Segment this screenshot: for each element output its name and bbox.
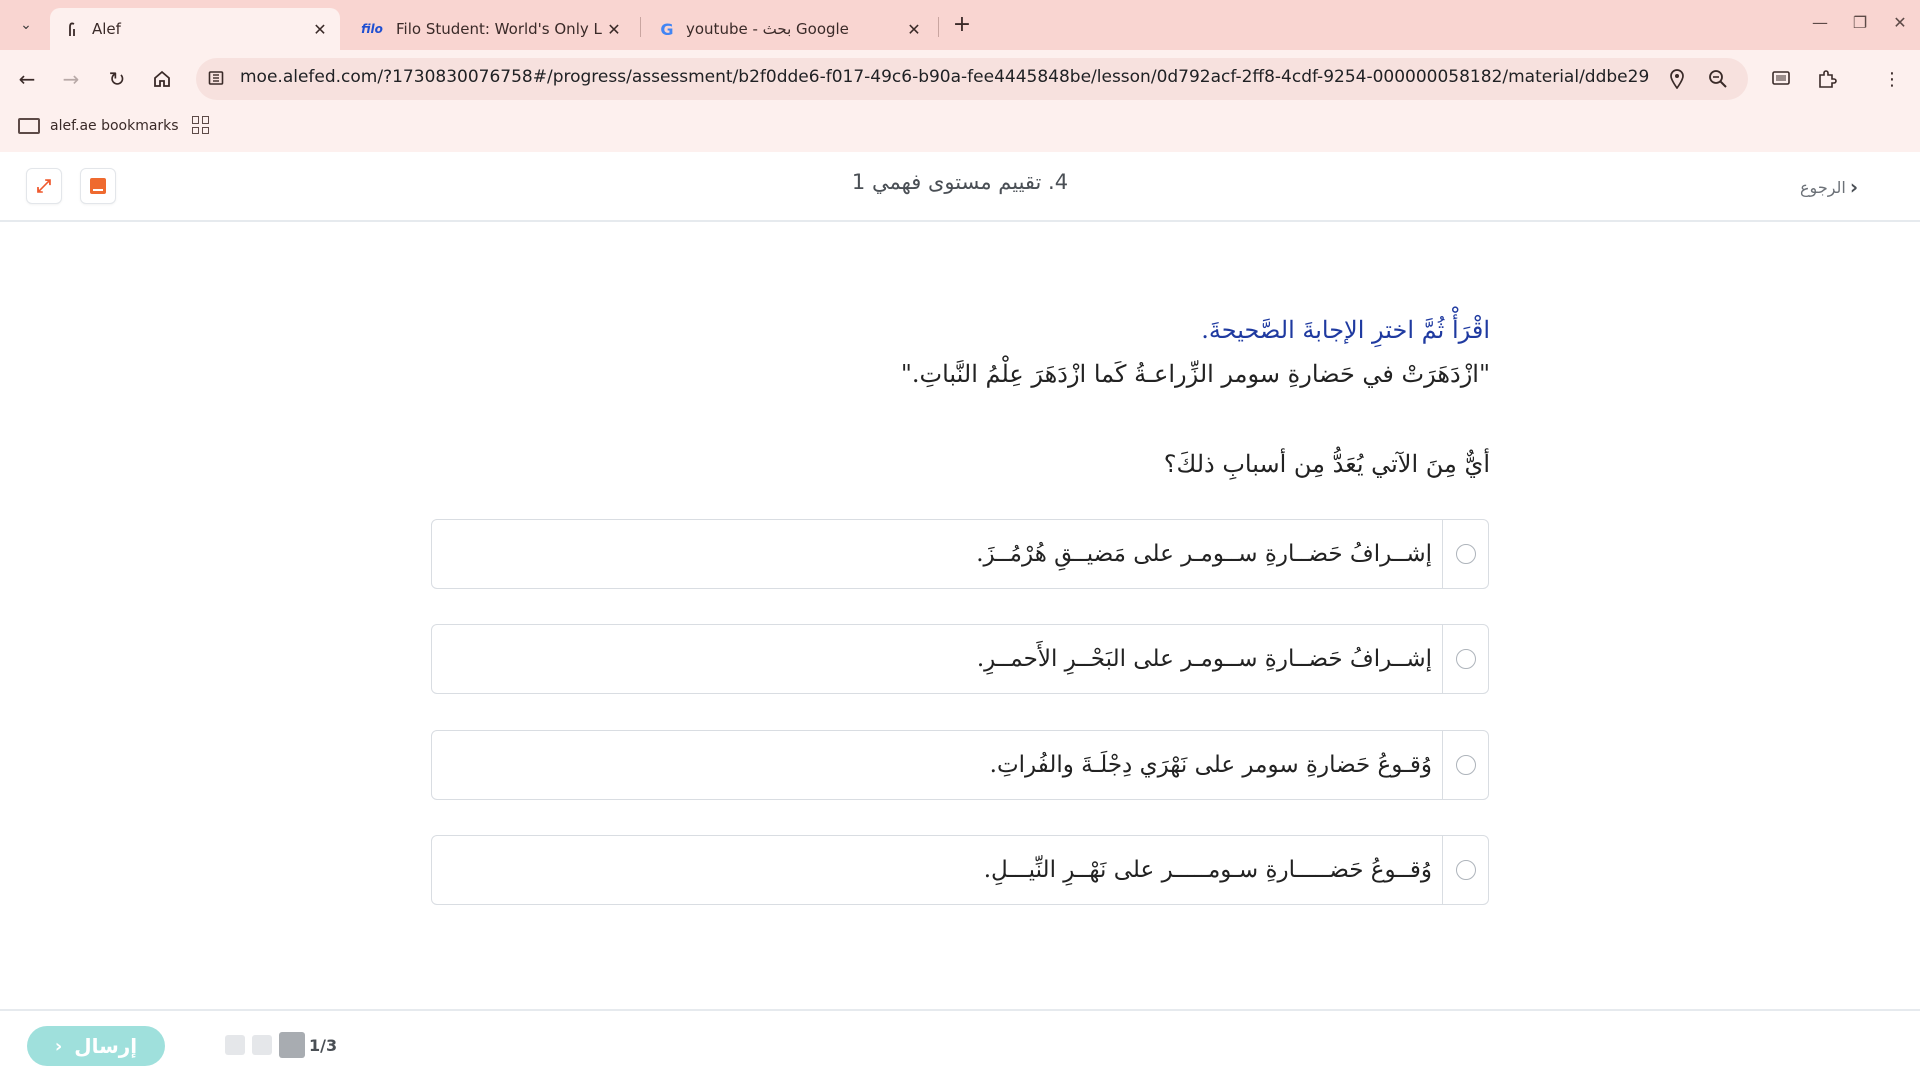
close-tab-icon[interactable]: ✕: [602, 17, 626, 41]
pager-dot-3[interactable]: [225, 1035, 245, 1055]
tab-google-search[interactable]: G youtube - بحث Google ✕: [644, 8, 934, 50]
radio-cell[interactable]: [1442, 520, 1488, 588]
minimize-icon: —: [1812, 12, 1828, 32]
bookmark-item[interactable]: alef.ae bookmarks: [18, 114, 179, 138]
tab-filo[interactable]: filo Filo Student: World's Only Live I ✕: [344, 8, 634, 50]
question-instruction: اقْرَأْ ثُمَّ اخترِ الإجابةَ الصَّحيحةَ.: [1201, 316, 1490, 344]
home-button[interactable]: [145, 62, 179, 96]
pager-dot-2[interactable]: [252, 1035, 272, 1055]
answer-option-3[interactable]: وُقـوعُ حَضارةِ سومر على نَهْرَي دِجْلَـ…: [431, 730, 1489, 800]
url-text[interactable]: moe.alefed.com/?1730830076758#/progress/…: [240, 67, 1650, 87]
answer-option-2[interactable]: إشــرافُ حَضــارةِ ســومـر على البَحْــر…: [431, 624, 1489, 694]
answer-option-4[interactable]: وُقــوعُ حَضـــــارةِ سـومـــــر على نَه…: [431, 835, 1489, 905]
close-tab-icon[interactable]: ✕: [902, 17, 926, 41]
new-tab-button[interactable]: +: [948, 10, 976, 38]
book-icon: [90, 178, 106, 194]
radio-cell[interactable]: [1442, 731, 1488, 799]
kebab-menu-icon: ⋮: [1883, 68, 1901, 90]
extensions-icon[interactable]: [1812, 64, 1842, 94]
bookmark-label: alef.ae bookmarks: [50, 118, 179, 134]
expand-icon: ⤢: [36, 175, 52, 197]
chevron-left-icon: ‹: [54, 1035, 63, 1057]
question-quote: "ازْدَهَرَتْ في حَضارةِ سومر الزِّراعـةُ…: [900, 360, 1490, 388]
submit-label: إرسال: [74, 1034, 138, 1058]
back-button[interactable]: ←: [10, 62, 44, 96]
radio-cell[interactable]: [1442, 836, 1488, 904]
close-window-button[interactable]: ✕: [1880, 8, 1920, 36]
arrow-right-icon: →: [62, 67, 80, 91]
reload-icon: ↻: [108, 67, 126, 91]
restore-icon: ❐: [1852, 12, 1868, 32]
option-text: إشــرافُ حَضــارةِ ســومـر على البَحْــر…: [976, 646, 1432, 672]
tab-title: Filo Student: World's Only Live I: [396, 20, 602, 38]
home-icon: [154, 70, 170, 87]
option-text: وُقـوعُ حَضارةِ سومر على نَهْرَي دِجْلَـ…: [989, 752, 1432, 778]
close-icon: ✕: [1893, 12, 1907, 32]
radio-button[interactable]: [1455, 649, 1476, 669]
back-label: الرجوع: [1800, 177, 1846, 197]
zoom-icon[interactable]: [1705, 66, 1731, 92]
option-text: وُقــوعُ حَضـــــارةِ سـومـــــر على نَه…: [983, 857, 1432, 883]
tab-search-button[interactable]: ⌄: [10, 10, 42, 40]
page-title: 4. تقييم مستوى فهمي 1: [851, 170, 1069, 194]
plus-icon: +: [952, 11, 972, 37]
pager-count: 1/3: [309, 1036, 338, 1055]
radio-button[interactable]: [1455, 755, 1476, 775]
cast-icon[interactable]: [1766, 64, 1796, 94]
question-prompt: أيٌّ مِنَ الآتي يُعَدُّ مِن أسبابِ ذلكَ؟: [1163, 450, 1490, 478]
radio-cell[interactable]: [1442, 625, 1488, 693]
minimize-button[interactable]: —: [1800, 8, 1840, 36]
tab-title: Alef: [92, 20, 121, 38]
back-link[interactable]: ‹ الرجوع: [1800, 174, 1884, 200]
alef-logo-icon: [64, 20, 82, 38]
tab-alef[interactable]: Alef ✕: [50, 8, 340, 50]
radio-button[interactable]: [1455, 860, 1476, 880]
radio-button[interactable]: [1455, 544, 1476, 564]
answer-option-1[interactable]: إشــرافُ حَضــارةِ ســومـر على مَضيــقِ …: [431, 519, 1489, 589]
tab-separator: [938, 17, 939, 37]
restore-button[interactable]: ❐: [1840, 8, 1880, 36]
submit-button[interactable]: إرسال ‹: [27, 1026, 165, 1066]
chevron-down-icon: ⌄: [20, 17, 32, 33]
pager-dot-current[interactable]: [279, 1032, 305, 1058]
bookmark-folder-icon: [18, 118, 40, 134]
reload-button[interactable]: ↻: [100, 62, 134, 96]
fullscreen-button[interactable]: ⤢: [26, 168, 62, 204]
forward-button[interactable]: →: [54, 62, 88, 96]
close-tab-icon[interactable]: ✕: [308, 17, 332, 41]
arrow-left-icon: ←: [18, 67, 36, 91]
location-pin-icon[interactable]: [1664, 66, 1690, 92]
browser-menu-button[interactable]: ⋮: [1877, 64, 1907, 94]
tab-title: youtube - بحث Google: [686, 20, 849, 38]
site-info-icon[interactable]: [206, 68, 226, 88]
book-button[interactable]: [80, 168, 116, 204]
filo-logo-icon: filo: [361, 22, 383, 36]
tab-separator: [640, 17, 641, 37]
apps-grid-icon[interactable]: [192, 116, 210, 134]
chevron-left-icon: ‹: [1849, 175, 1859, 199]
option-text: إشــرافُ حَضــارةِ ســومـر على مَضيــقِ …: [976, 541, 1432, 567]
google-logo-icon: G: [660, 19, 674, 39]
